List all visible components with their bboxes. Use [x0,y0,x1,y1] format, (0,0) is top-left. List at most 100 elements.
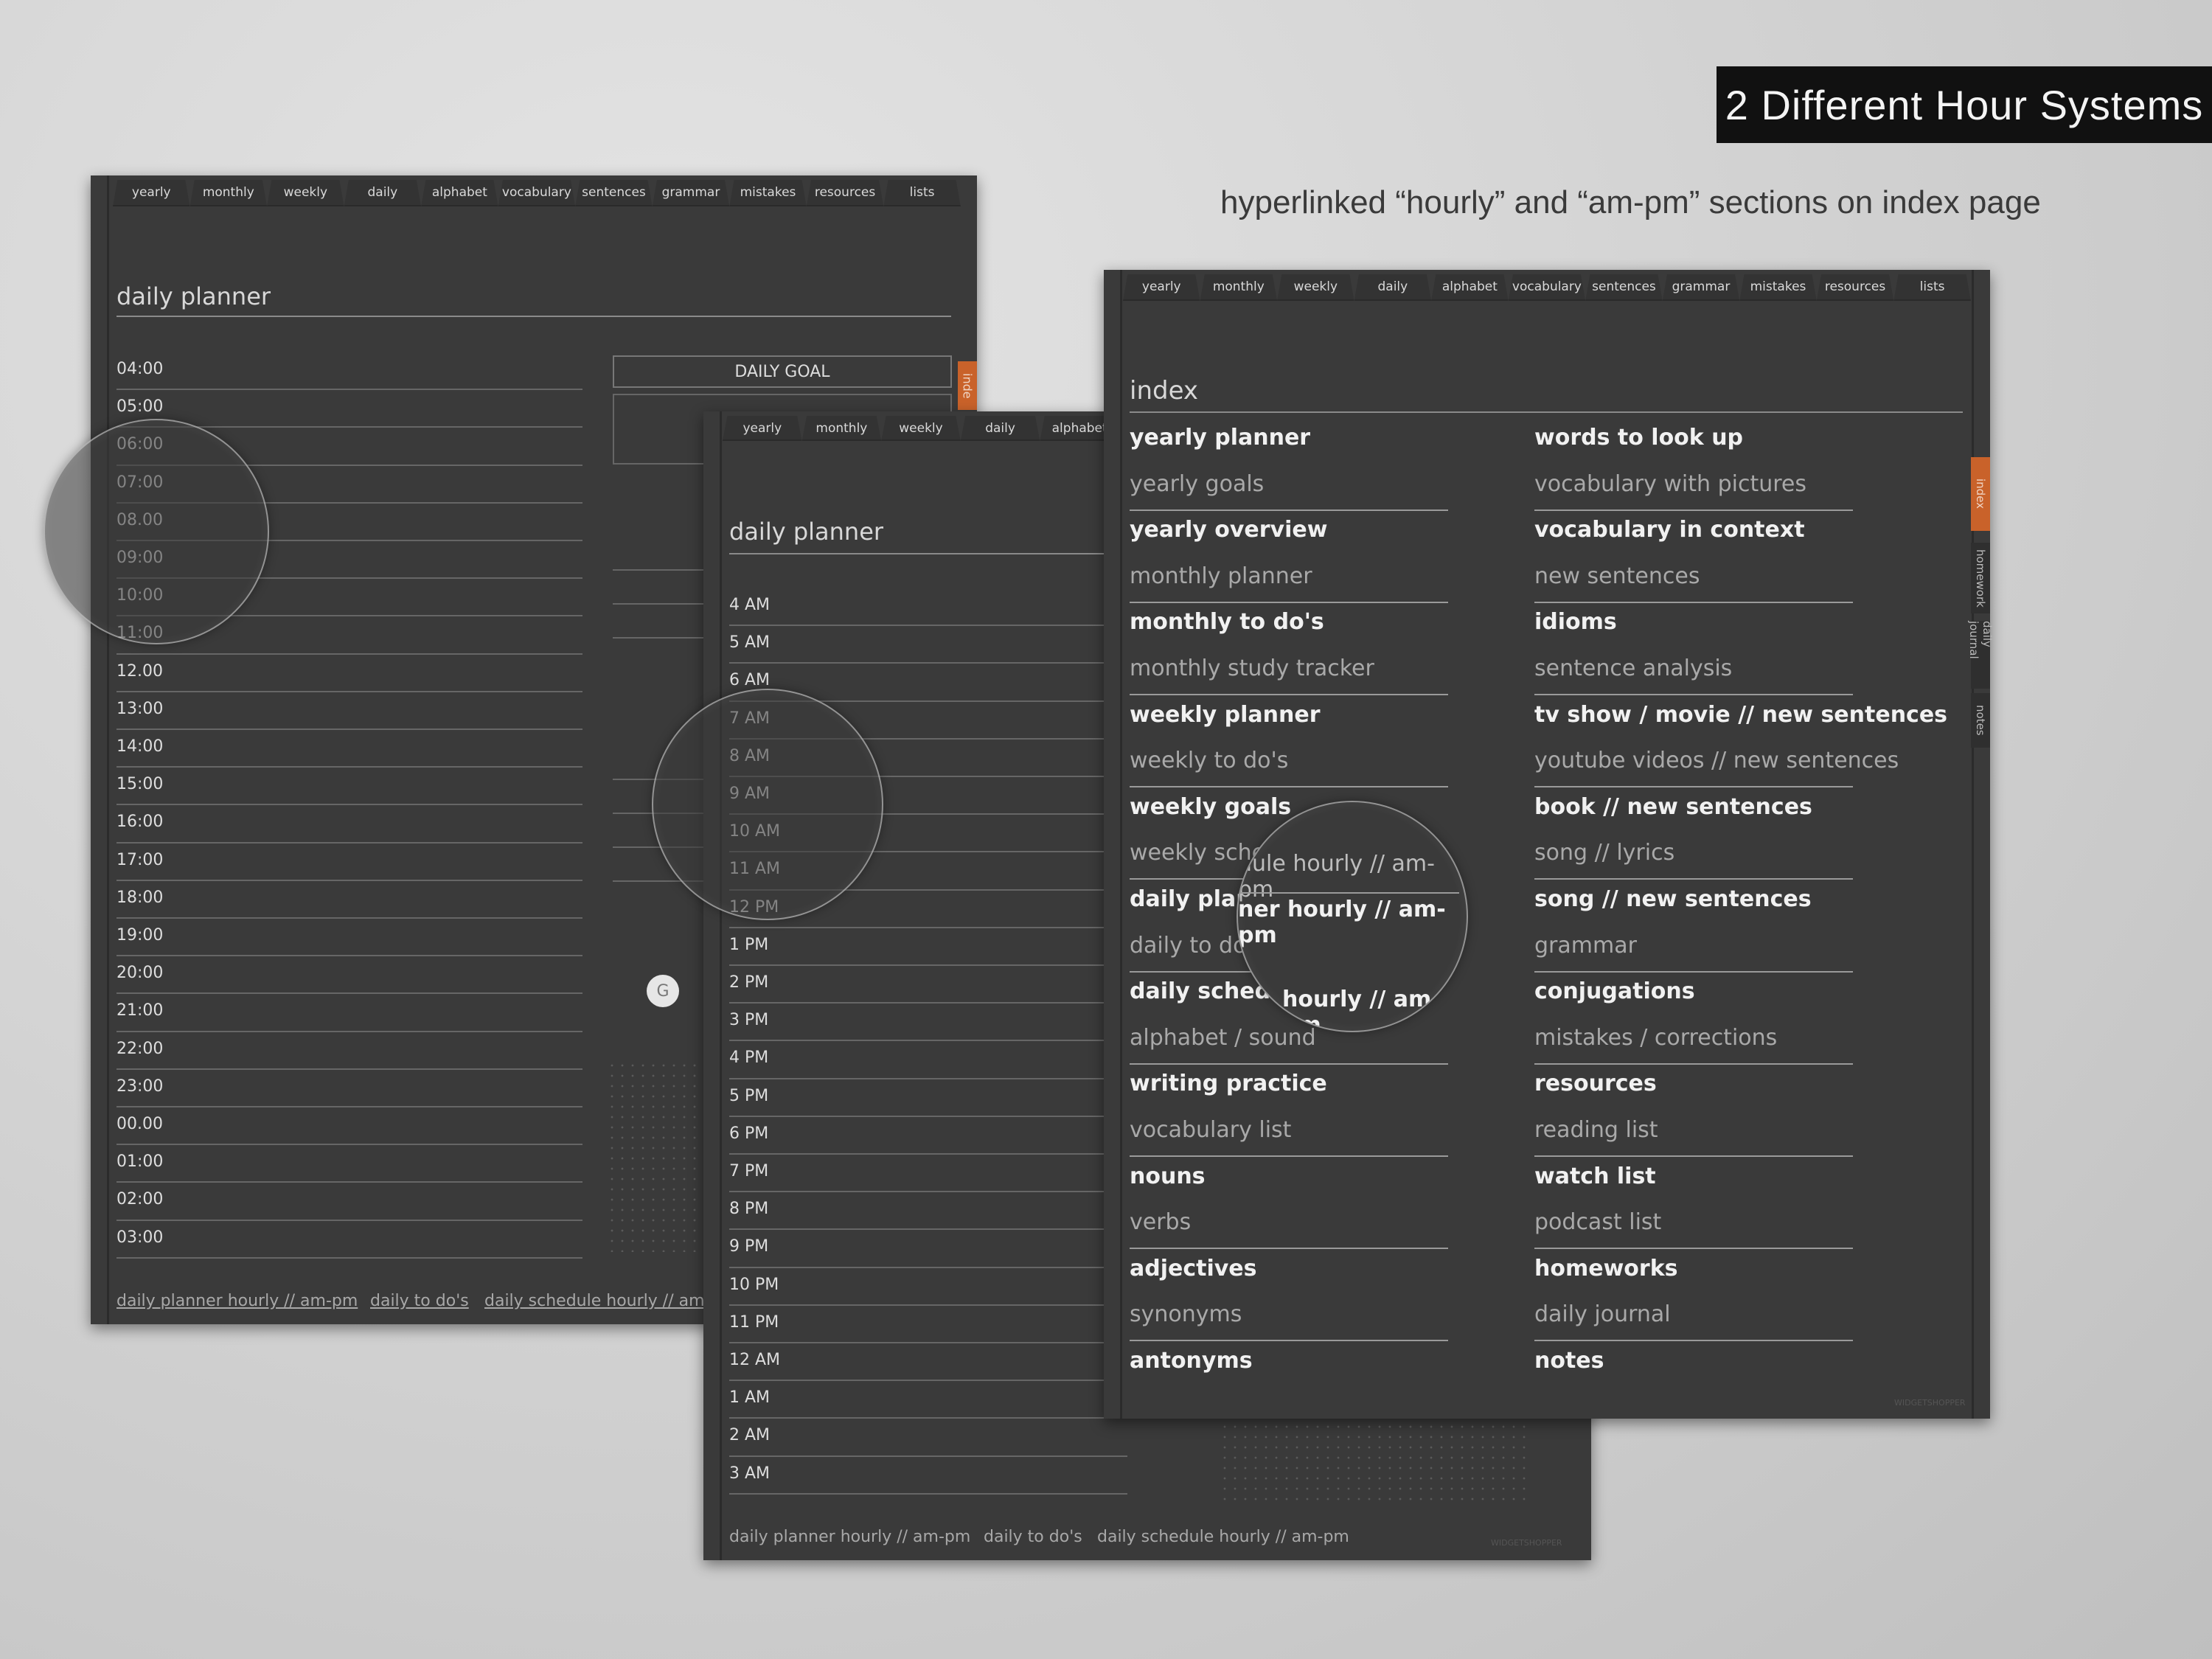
tab-monthly[interactable]: monthly [801,416,882,441]
tab-alphabet[interactable]: alphabet [421,180,498,206]
index-link[interactable]: grammar [1534,933,1637,959]
footer-link-daily-schedule[interactable]: daily schedule hourly // am-pm [484,1292,737,1310]
hour-row[interactable]: 23:00 [116,1070,582,1107]
hour-row[interactable]: 13:00 [116,692,582,730]
index-link[interactable]: mistakes / corrections [1534,1025,1777,1051]
hour-row[interactable]: 12 AM [729,1343,1127,1382]
hour-row[interactable]: 7 PM [729,1155,1127,1193]
hour-row[interactable]: 8 PM [729,1192,1127,1231]
side-tab-index[interactable]: inde [958,361,977,410]
index-link[interactable]: vocabulary list [1130,1117,1291,1143]
hour-row[interactable]: 03:00 [116,1221,582,1259]
hour-row[interactable]: 6 PM [729,1117,1127,1155]
tab-monthly[interactable]: monthly [189,180,268,206]
hour-row[interactable]: 4 AM [729,588,1127,627]
index-link[interactable]: tv show / movie // new sentences [1534,702,1947,728]
index-link[interactable]: monthly planner [1130,563,1312,589]
hour-row[interactable]: 5 AM [729,626,1127,664]
footer-link-daily-todos[interactable]: daily to do's [370,1292,469,1310]
index-link[interactable]: synonyms [1130,1301,1242,1327]
index-link[interactable]: daily journal [1534,1301,1671,1327]
hour-row[interactable]: 16:00 [116,805,582,844]
index-link[interactable]: nouns [1130,1164,1206,1189]
index-link[interactable]: resources [1534,1071,1657,1096]
index-link[interactable]: idioms [1534,609,1617,635]
side-tab-daily-journal[interactable]: daily journal [1967,621,1994,689]
footer-link-daily-schedule[interactable]: daily schedule hourly // am-pm [1097,1528,1349,1546]
tab-lists[interactable]: lists [883,180,961,206]
index-link[interactable]: youtube videos // new sentences [1534,748,1899,773]
index-link[interactable]: new sentences [1534,563,1700,589]
tab-resources[interactable]: resources [806,180,884,206]
hour-row[interactable]: 14:00 [116,730,582,768]
index-link[interactable]: book // new sentences [1534,794,1812,820]
hour-row[interactable]: 10 PM [729,1268,1127,1306]
tab-grammar[interactable]: grammar [652,180,730,206]
index-link[interactable]: podcast list [1534,1209,1661,1235]
index-link[interactable]: conjugations [1534,978,1695,1004]
tab-yearly[interactable]: yearly [1123,274,1200,301]
index-link[interactable]: homeworks [1534,1256,1678,1281]
index-link[interactable]: watch list [1534,1164,1656,1189]
hour-row[interactable]: 22:00 [116,1032,582,1070]
footer-link-daily-planner[interactable]: daily planner hourly // am-pm [729,1528,970,1546]
hour-row[interactable]: 04:00 [116,352,582,391]
hour-row[interactable]: 21:00 [116,994,582,1032]
hour-row[interactable]: 5 PM [729,1079,1127,1117]
index-link[interactable]: verbs [1130,1209,1191,1235]
letter-circle-button[interactable]: G [647,975,679,1007]
index-link[interactable]: words to look up [1534,425,1743,451]
hour-row[interactable]: 02:00 [116,1183,582,1221]
hour-row[interactable]: 3 PM [729,1004,1127,1042]
hour-row[interactable]: 2 AM [729,1419,1127,1457]
tab-daily[interactable]: daily [960,416,1040,441]
hour-row[interactable]: 1 PM [729,928,1127,966]
index-link[interactable]: vocabulary with pictures [1534,471,1806,497]
hour-row[interactable]: 18:00 [116,881,582,919]
hour-row[interactable]: 01:00 [116,1145,582,1183]
side-tab-homework[interactable]: homework [1971,543,1990,613]
index-link[interactable]: weekly to do's [1130,748,1288,773]
index-link[interactable]: writing practice [1130,1071,1327,1096]
index-link[interactable]: song // new sentences [1534,886,1812,912]
index-link[interactable]: weekly goals [1130,794,1291,820]
tab-grammar[interactable]: grammar [1662,274,1740,301]
footer-link-daily-planner[interactable]: daily planner hourly // am-pm [116,1292,358,1310]
side-tab-index[interactable]: index [1971,457,1990,531]
hour-row[interactable]: 17:00 [116,844,582,881]
hour-row[interactable]: 19:00 [116,919,582,957]
tab-sentences[interactable]: sentences [575,180,653,206]
hour-row[interactable]: 3 AM [729,1457,1127,1495]
hour-row[interactable]: 1 AM [729,1381,1127,1419]
hour-row[interactable]: 2 PM [729,966,1127,1004]
index-link[interactable]: yearly overview [1130,517,1327,543]
hour-row[interactable]: 12.00 [116,655,582,692]
tab-vocabulary[interactable]: vocabulary [1508,274,1586,301]
index-link[interactable]: adjectives [1130,1256,1257,1281]
tab-weekly[interactable]: weekly [881,416,961,441]
index-link[interactable]: monthly study tracker [1130,655,1374,681]
index-link[interactable]: yearly goals [1130,471,1264,497]
footer-link-daily-todos[interactable]: daily to do's [984,1528,1082,1546]
index-link[interactable]: monthly to do's [1130,609,1324,635]
tab-mistakes[interactable]: mistakes [729,180,807,206]
tab-daily[interactable]: daily [344,180,422,206]
index-link[interactable]: weekly planner [1130,702,1321,728]
tab-yearly[interactable]: yearly [113,180,190,206]
hour-row[interactable]: 11 PM [729,1306,1127,1343]
tab-lists[interactable]: lists [1893,274,1971,301]
index-link[interactable]: notes [1534,1348,1604,1374]
index-link[interactable]: antonyms [1130,1348,1253,1374]
tab-vocabulary[interactable]: vocabulary [498,180,576,206]
tab-monthly[interactable]: monthly [1200,274,1278,301]
magnified-link-daily-schedule-2[interactable]: hourly // am-pm [1282,987,1467,1031]
tab-mistakes[interactable]: mistakes [1739,274,1817,301]
magnified-link-daily-schedule[interactable]: dule hourly // am-pm [1238,851,1467,902]
tab-daily[interactable]: daily [1354,274,1432,301]
hour-row[interactable]: 9 PM [729,1230,1127,1268]
tab-weekly[interactable]: weekly [1277,274,1354,301]
tab-alphabet[interactable]: alphabet [1431,274,1509,301]
index-link[interactable]: song // lyrics [1534,840,1674,866]
side-tab-notes[interactable]: notes [1971,693,1990,748]
index-link[interactable]: vocabulary in context [1534,517,1805,543]
